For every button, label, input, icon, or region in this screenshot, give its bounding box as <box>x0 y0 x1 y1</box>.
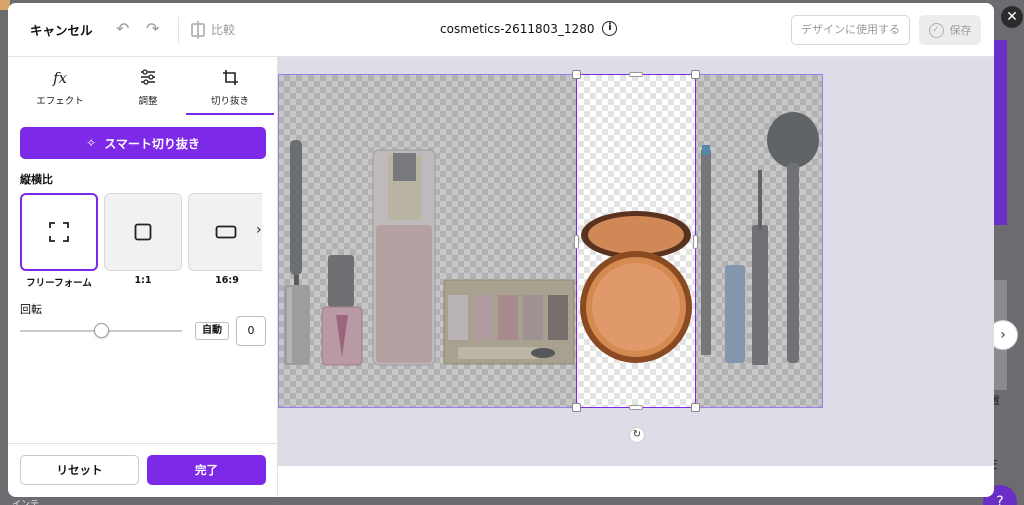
crop-handle-left[interactable] <box>574 235 579 249</box>
auto-rotate-button[interactable]: 自動 <box>195 322 229 340</box>
info-icon[interactable]: i <box>602 21 618 36</box>
reset-button[interactable]: リセット <box>20 455 139 485</box>
divider <box>8 443 278 444</box>
ratio-1-1[interactable] <box>104 193 182 271</box>
filename-text: cosmetics-2611803_1280 <box>440 21 595 36</box>
fx-icon: fx <box>52 69 67 87</box>
crop-handle-right[interactable] <box>693 235 698 249</box>
rotation-title: 回転 <box>20 303 42 316</box>
smart-crop-label: スマート切り抜き <box>104 136 200 151</box>
rotate-icon[interactable]: ↻ <box>629 427 645 443</box>
crop-handle-bottom-left[interactable] <box>572 403 581 412</box>
use-in-design-button[interactable]: デザインに使用する <box>791 15 910 45</box>
done-button[interactable]: 完了 <box>147 455 266 485</box>
tab-adjust[interactable]: 調整 <box>104 57 192 115</box>
tab-label: 切り抜き <box>210 96 249 107</box>
tab-label: 調整 <box>138 96 158 107</box>
compare-icon <box>191 20 205 39</box>
tab-label: エフェクト <box>36 96 84 107</box>
crop-mask-right <box>696 75 822 408</box>
save-label: 保存 <box>949 24 972 37</box>
redo-icon[interactable]: ↷ <box>146 19 159 38</box>
ratio-label: 1:1 <box>134 275 152 286</box>
ratio-label: 16:9 <box>215 275 239 286</box>
close-icon[interactable]: ✕ <box>1001 6 1023 28</box>
save-button[interactable]: ✓ 保存 <box>919 15 981 45</box>
rotation-slider-thumb[interactable] <box>94 323 109 338</box>
crop-handle-bottom-right[interactable] <box>691 403 700 412</box>
undo-icon[interactable]: ↶ <box>116 19 129 38</box>
cancel-button[interactable]: キャンセル <box>30 20 93 39</box>
crop-handle-top-right[interactable] <box>691 70 700 79</box>
crop-mask-left <box>278 75 576 408</box>
crop-handle-top[interactable] <box>629 72 643 77</box>
modal-header: キャンセル ↶ ↷ 比較 cosmetics-2611803_1280 i デザ… <box>8 3 994 57</box>
square-icon <box>134 223 152 241</box>
crop-icon <box>186 69 274 89</box>
background-panel-accent <box>993 40 1007 225</box>
crop-box[interactable] <box>572 70 700 412</box>
sliders-icon <box>104 69 192 89</box>
crop-handle-bottom[interactable] <box>629 405 643 410</box>
tab-crop[interactable]: 切り抜き <box>186 57 274 115</box>
tool-tabs: fx エフェクト 調整 切り抜き <box>8 57 278 115</box>
compare-label: 比較 <box>211 23 236 37</box>
rotation-value-input[interactable]: 0 <box>236 316 266 346</box>
chevron-right-icon[interactable]: › <box>256 222 262 238</box>
crop-canvas: ↻ <box>278 57 994 466</box>
freeform-icon <box>49 222 69 242</box>
ratio-freeform[interactable] <box>20 193 98 271</box>
image-edit-modal: キャンセル ↶ ↷ 比較 cosmetics-2611803_1280 i デザ… <box>8 3 994 497</box>
crop-handle-top-left[interactable] <box>572 70 581 79</box>
compare-button[interactable]: 比較 <box>191 20 236 39</box>
check-circle-icon: ✓ <box>928 22 944 38</box>
file-title: cosmetics-2611803_1280 i <box>440 21 618 36</box>
divider <box>178 17 179 43</box>
tab-effects[interactable]: fx エフェクト <box>16 57 104 115</box>
crop-side-panel: fx エフェクト 調整 切り抜き ✧ スマート切り抜き 縦横比 › フリーフォー… <box>8 57 278 497</box>
background-bottom-text: インテ <box>12 500 40 505</box>
canvas-footer <box>278 466 994 497</box>
wide-rect-icon <box>215 225 236 239</box>
aspect-ratio-title: 縦横比 <box>20 173 53 186</box>
smart-crop-button[interactable]: ✧ スマート切り抜き <box>20 127 266 159</box>
magic-wand-icon: ✧ <box>86 136 97 150</box>
ratio-label: フリーフォーム <box>26 278 92 289</box>
ratio-16-9[interactable] <box>188 193 262 271</box>
